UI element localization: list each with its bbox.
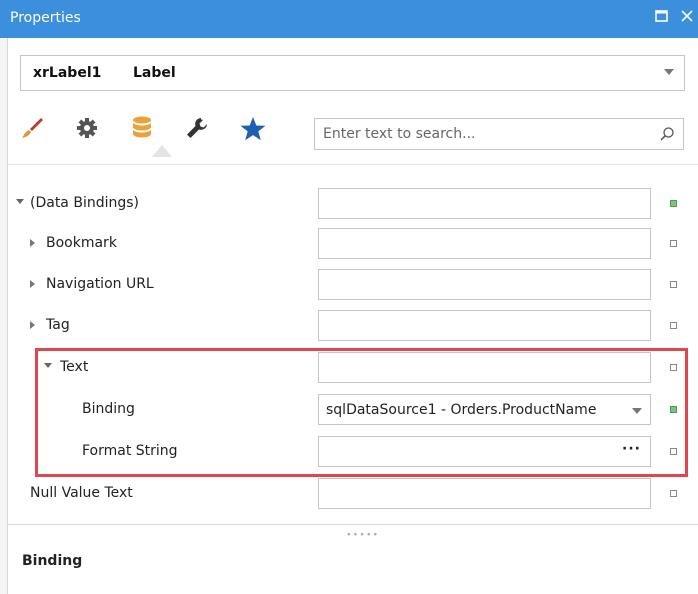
tab-design[interactable] [177, 105, 217, 157]
description-splitter[interactable]: ∙∙∙∙∙ [8, 524, 698, 549]
property-value[interactable] [318, 478, 651, 509]
wrench-icon [187, 118, 207, 138]
property-search[interactable] [314, 118, 684, 150]
gear-icon [77, 118, 97, 138]
highlight-frame [35, 348, 688, 477]
property-label: (Data Bindings) [30, 195, 139, 211]
object-type: Label [133, 65, 176, 81]
property-label: Tag [46, 317, 70, 333]
search-input[interactable] [321, 125, 645, 143]
collapse-arrow-icon[interactable] [16, 199, 24, 204]
brush-icon [22, 118, 43, 138]
property-label: Bookmark [46, 235, 117, 251]
property-marker[interactable] [670, 240, 677, 247]
database-icon [133, 116, 151, 138]
chevron-down-icon[interactable] [664, 69, 674, 75]
title-bar: Properties [0, 0, 698, 38]
property-value[interactable] [318, 228, 651, 259]
grip-icon[interactable]: ∙∙∙∙∙ [346, 530, 379, 540]
property-marker[interactable] [670, 281, 677, 288]
property-row-tag: Tag [8, 306, 698, 346]
expand-arrow-icon[interactable] [30, 239, 35, 247]
property-row-data-bindings: (Data Bindings) [8, 184, 698, 224]
tab-favorites[interactable] [232, 105, 272, 157]
search-icon [659, 126, 675, 146]
property-label: Null Value Text [30, 485, 133, 501]
object-name: xrLabel1 [33, 65, 102, 81]
property-row-navigation-url: Navigation URL [8, 265, 698, 305]
property-marker[interactable] [670, 490, 677, 497]
star-icon [240, 117, 266, 141]
property-marker[interactable] [670, 322, 677, 329]
expand-arrow-icon[interactable] [30, 280, 35, 288]
description-title: Binding [22, 553, 83, 569]
property-value[interactable] [318, 310, 651, 341]
property-row-null-value-text: Null Value Text [8, 474, 698, 514]
maximize-icon[interactable] [655, 10, 668, 26]
property-label: Navigation URL [46, 276, 154, 292]
object-selector[interactable]: xrLabel1 Label [20, 55, 685, 91]
close-icon[interactable] [681, 10, 693, 26]
panel-title: Properties [10, 10, 81, 26]
property-value[interactable] [318, 188, 651, 219]
tab-behavior[interactable] [67, 105, 107, 157]
active-tab-indicator [152, 145, 172, 157]
tab-appearance[interactable] [12, 105, 52, 157]
property-marker[interactable] [670, 200, 677, 207]
expand-arrow-icon[interactable] [30, 321, 35, 329]
property-value[interactable] [318, 269, 651, 300]
divider [8, 164, 698, 165]
property-row-bookmark: Bookmark [8, 224, 698, 264]
